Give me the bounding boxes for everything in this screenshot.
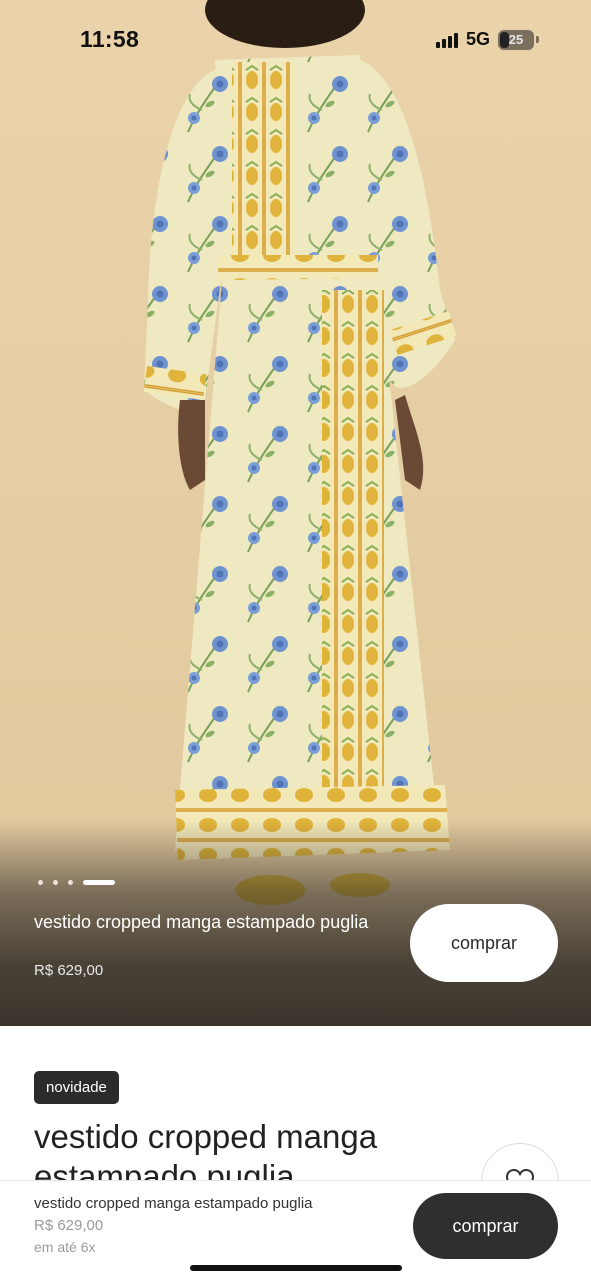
- status-indicators: 5G 25: [435, 29, 539, 50]
- product-title: vestido cropped manga estampado puglia: [34, 1118, 378, 1183]
- network-type: 5G: [465, 29, 490, 49]
- battery-cap: [536, 36, 539, 43]
- bottom-product-name: vestido cropped manga estampado puglia: [34, 1195, 313, 1212]
- battery-icon: 25: [498, 29, 534, 50]
- hero-product-price: R$ 629,00: [34, 962, 104, 979]
- new-badge: novidade: [34, 1071, 119, 1104]
- product-image-carousel[interactable]: 11:58 5G 25 vestido cropped manga estamp…: [0, 0, 591, 1026]
- carousel-dot-active[interactable]: [83, 880, 115, 885]
- bottom-buy-button[interactable]: comprar: [413, 1193, 558, 1259]
- battery-level: 25: [508, 32, 524, 47]
- installments-text: em até 6x: [34, 1239, 96, 1255]
- hero-product-name: vestido cropped manga estampado puglia: [34, 912, 369, 932]
- home-indicator[interactable]: [190, 1265, 402, 1271]
- cellular-signal-icon: [435, 32, 458, 48]
- carousel-indicator[interactable]: [38, 880, 115, 885]
- carousel-dot[interactable]: [68, 880, 73, 885]
- carousel-dot[interactable]: [53, 880, 58, 885]
- sticky-purchase-bar: vestido cropped manga estampado puglia R…: [0, 1180, 591, 1280]
- bottom-product-price: R$ 629,00: [34, 1217, 104, 1234]
- hero-buy-button[interactable]: comprar: [410, 904, 558, 982]
- carousel-dot[interactable]: [38, 880, 43, 885]
- status-time: 11:58: [80, 26, 140, 52]
